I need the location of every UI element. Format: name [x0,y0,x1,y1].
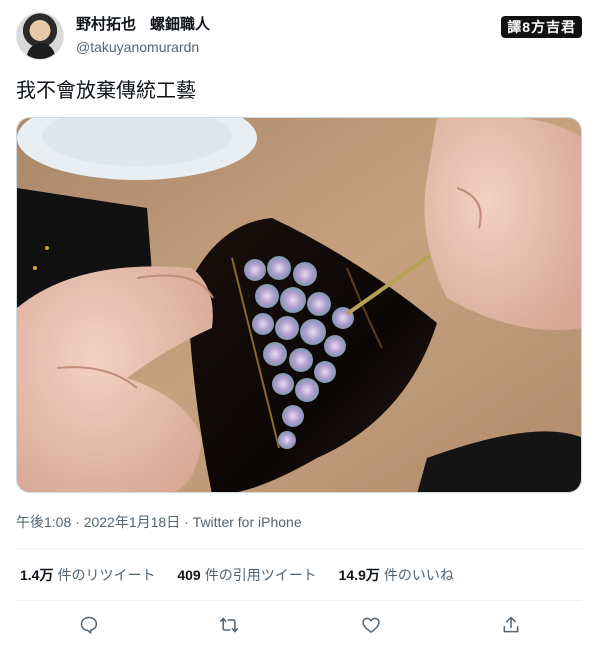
tweet-client[interactable]: Twitter for iPhone [193,514,302,530]
like-button[interactable] [358,612,384,638]
retweets-count: 1.4万 [20,567,54,583]
tweet-stats: 1.4万 件のリツイート 409 件の引用ツイート 14.9万 件のいいね [20,565,472,585]
display-name-main: 野村拓也 [76,16,137,33]
share-button[interactable] [498,612,524,638]
quotes-stat[interactable]: 409 件の引用ツイート [177,565,316,585]
quotes-count: 409 [177,567,201,583]
retweets-stat[interactable]: 1.4万 件のリツイート [20,565,155,585]
divider [16,600,582,601]
tweet-photo[interactable] [16,117,582,493]
tweet-timestamp[interactable]: 午後1:08 · 2022年1月18日 · Twitter for iPhone [16,512,302,532]
quotes-label: 件の引用ツイート [204,567,317,583]
tweet-time[interactable]: 午後1:08 [16,514,71,530]
display-name[interactable]: 野村拓也 螺鈿職人 [76,15,210,35]
meta-separator: · [184,514,189,530]
reply-icon [80,616,98,634]
share-icon [503,616,519,633]
tweet-date[interactable]: 2022年1月18日 [84,514,181,530]
tweet-text: 我不會放棄傳統工藝 [16,80,196,102]
likes-count: 14.9万 [338,567,380,583]
reply-button[interactable] [76,612,102,638]
display-name-sub: 螺鈿職人 [150,16,211,33]
like-icon [362,617,380,633]
avatar[interactable] [16,12,64,60]
retweet-button[interactable] [216,612,242,638]
tweet-header: 野村拓也 螺鈿職人 @takuyanomurardn 譯8方吉君 [16,12,582,62]
retweets-label: 件のリツイート [57,567,156,583]
watermark-logo: 譯8方吉君 [501,16,582,38]
lacquer-craft-photo [17,118,581,492]
meta-separator: · [75,514,80,530]
retweet-icon [219,617,239,633]
likes-label: 件のいいね [383,567,454,583]
likes-stat[interactable]: 14.9万 件のいいね [339,565,454,585]
divider [16,548,582,549]
author-handle[interactable]: @takuyanomurardn [76,37,210,57]
tweet-actions [16,612,582,638]
author-names[interactable]: 野村拓也 螺鈿職人 @takuyanomurardn [76,15,210,57]
